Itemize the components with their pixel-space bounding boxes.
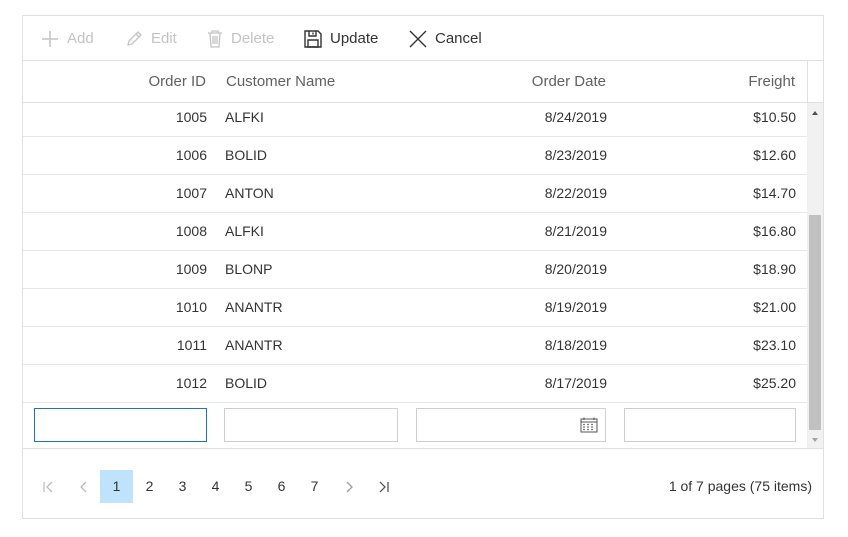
order-date-picker[interactable] [416, 408, 606, 442]
cell-order-id: 1009 [175, 261, 207, 277]
cell-order-id: 1008 [175, 223, 207, 239]
cell-freight: $25.20 [753, 375, 796, 391]
first-page-button[interactable] [31, 470, 64, 503]
update-label: Update [330, 30, 379, 47]
calendar-icon[interactable] [580, 417, 598, 433]
data-grid: Add Edit Delete Update Cancel Order ID C… [22, 15, 824, 519]
column-header-order-date[interactable]: Order Date [418, 61, 606, 102]
next-page-button[interactable] [332, 470, 365, 503]
page-button-4[interactable]: 4 [199, 470, 232, 503]
page-button-7[interactable]: 7 [298, 470, 331, 503]
table-row[interactable]: 1010 ANANTR 8/19/2019 $21.00 [23, 289, 807, 327]
last-page-button[interactable] [367, 470, 400, 503]
customer-name-input[interactable] [224, 408, 398, 442]
trash-icon [208, 29, 222, 48]
cell-customer-name: ANANTR [225, 299, 283, 315]
page-button-6[interactable]: 6 [265, 470, 298, 503]
prev-page-button[interactable] [67, 470, 100, 503]
page-button-5[interactable]: 5 [232, 470, 265, 503]
table-row[interactable]: 1011 ANANTR 8/18/2019 $23.10 [23, 327, 807, 365]
add-label: Add [67, 30, 94, 47]
cell-freight: $10.50 [753, 109, 796, 125]
add-button[interactable]: Add [40, 16, 94, 61]
cell-customer-name: ALFKI [225, 109, 264, 125]
cell-customer-name: BOLID [225, 147, 268, 163]
edit-row [23, 403, 807, 448]
prev-page-icon [79, 481, 86, 493]
column-header-customer-name[interactable]: Customer Name [226, 61, 396, 102]
scroll-down-arrow[interactable] [807, 432, 823, 448]
cell-order-id: 1011 [176, 337, 207, 353]
cell-order-date: 8/19/2019 [544, 299, 607, 315]
arrow-up-icon [812, 111, 818, 115]
arrow-down-icon [812, 438, 818, 442]
cancel-label: Cancel [435, 30, 482, 47]
close-icon [409, 30, 427, 47]
grid-toolbar: Add Edit Delete Update Cancel [23, 16, 823, 61]
cell-freight: $12.60 [753, 147, 796, 163]
cell-order-id: 1012 [175, 375, 207, 391]
pencil-icon [127, 30, 142, 46]
freight-input[interactable] [624, 408, 796, 442]
cell-order-date: 8/23/2019 [544, 147, 607, 163]
cell-customer-name: ANTON [225, 185, 274, 201]
next-page-icon [346, 481, 353, 493]
grid-pager: 1 2 3 4 5 6 7 1 of 7 pages (75 items) [23, 448, 823, 518]
header-scroll-gap [807, 61, 823, 103]
cell-order-id: 1005 [175, 109, 207, 125]
cell-order-date: 8/21/2019 [544, 223, 607, 239]
cell-freight: $23.10 [753, 337, 796, 353]
page-button-3[interactable]: 3 [166, 470, 199, 503]
scroll-thumb[interactable] [809, 215, 821, 430]
table-row[interactable]: 1006 BOLID 8/23/2019 $12.60 [23, 137, 807, 175]
cell-freight: $18.90 [753, 261, 796, 277]
grid-content: 1005 ALFKI 8/24/2019 $10.50 1006 BOLID 8… [23, 103, 807, 448]
page-button-2[interactable]: 2 [133, 470, 166, 503]
delete-button[interactable]: Delete [206, 16, 274, 61]
cell-customer-name: ALFKI [225, 223, 264, 239]
pager-info: 1 of 7 pages (75 items) [668, 478, 812, 494]
cancel-button[interactable]: Cancel [408, 16, 482, 61]
plus-icon [42, 30, 58, 47]
update-button[interactable]: Update [303, 16, 378, 61]
edit-label: Edit [151, 30, 177, 47]
cell-order-id: 1010 [175, 299, 207, 315]
cell-order-id: 1007 [175, 185, 207, 201]
column-header-order-id[interactable]: Order ID [23, 61, 206, 102]
cell-freight: $21.00 [753, 299, 796, 315]
page-button-1[interactable]: 1 [100, 470, 133, 503]
cell-customer-name: BOLID [225, 375, 268, 391]
order-id-input[interactable] [34, 408, 207, 442]
cell-order-date: 8/17/2019 [544, 375, 607, 391]
first-page-icon [42, 481, 52, 493]
edit-button[interactable]: Edit [124, 16, 177, 61]
table-row[interactable]: 1008 ALFKI 8/21/2019 $16.80 [23, 213, 807, 251]
cell-customer-name: ANANTR [225, 337, 283, 353]
table-row[interactable]: 1009 BLONP 8/20/2019 $18.90 [23, 251, 807, 289]
table-row[interactable]: 1005 ALFKI 8/24/2019 $10.50 [23, 103, 807, 137]
column-header-freight[interactable]: Freight [625, 61, 795, 102]
grid-header: Order ID Customer Name Order Date Freigh… [23, 61, 807, 103]
cell-order-id: 1006 [175, 147, 207, 163]
cell-order-date: 8/24/2019 [544, 109, 607, 125]
table-row[interactable]: 1012 BOLID 8/17/2019 $25.20 [23, 365, 807, 403]
cell-customer-name: BLONP [225, 261, 273, 277]
cell-order-date: 8/20/2019 [544, 261, 607, 277]
scroll-up-arrow[interactable] [807, 105, 823, 121]
cell-freight: $14.70 [753, 185, 796, 201]
vertical-scrollbar[interactable] [807, 103, 823, 448]
table-row[interactable]: 1007 ANTON 8/22/2019 $14.70 [23, 175, 807, 213]
cell-order-date: 8/22/2019 [544, 185, 607, 201]
cell-order-date: 8/18/2019 [544, 337, 607, 353]
cell-freight: $16.80 [753, 223, 796, 239]
last-page-icon [379, 481, 389, 493]
save-icon [304, 29, 322, 48]
delete-label: Delete [231, 30, 275, 47]
